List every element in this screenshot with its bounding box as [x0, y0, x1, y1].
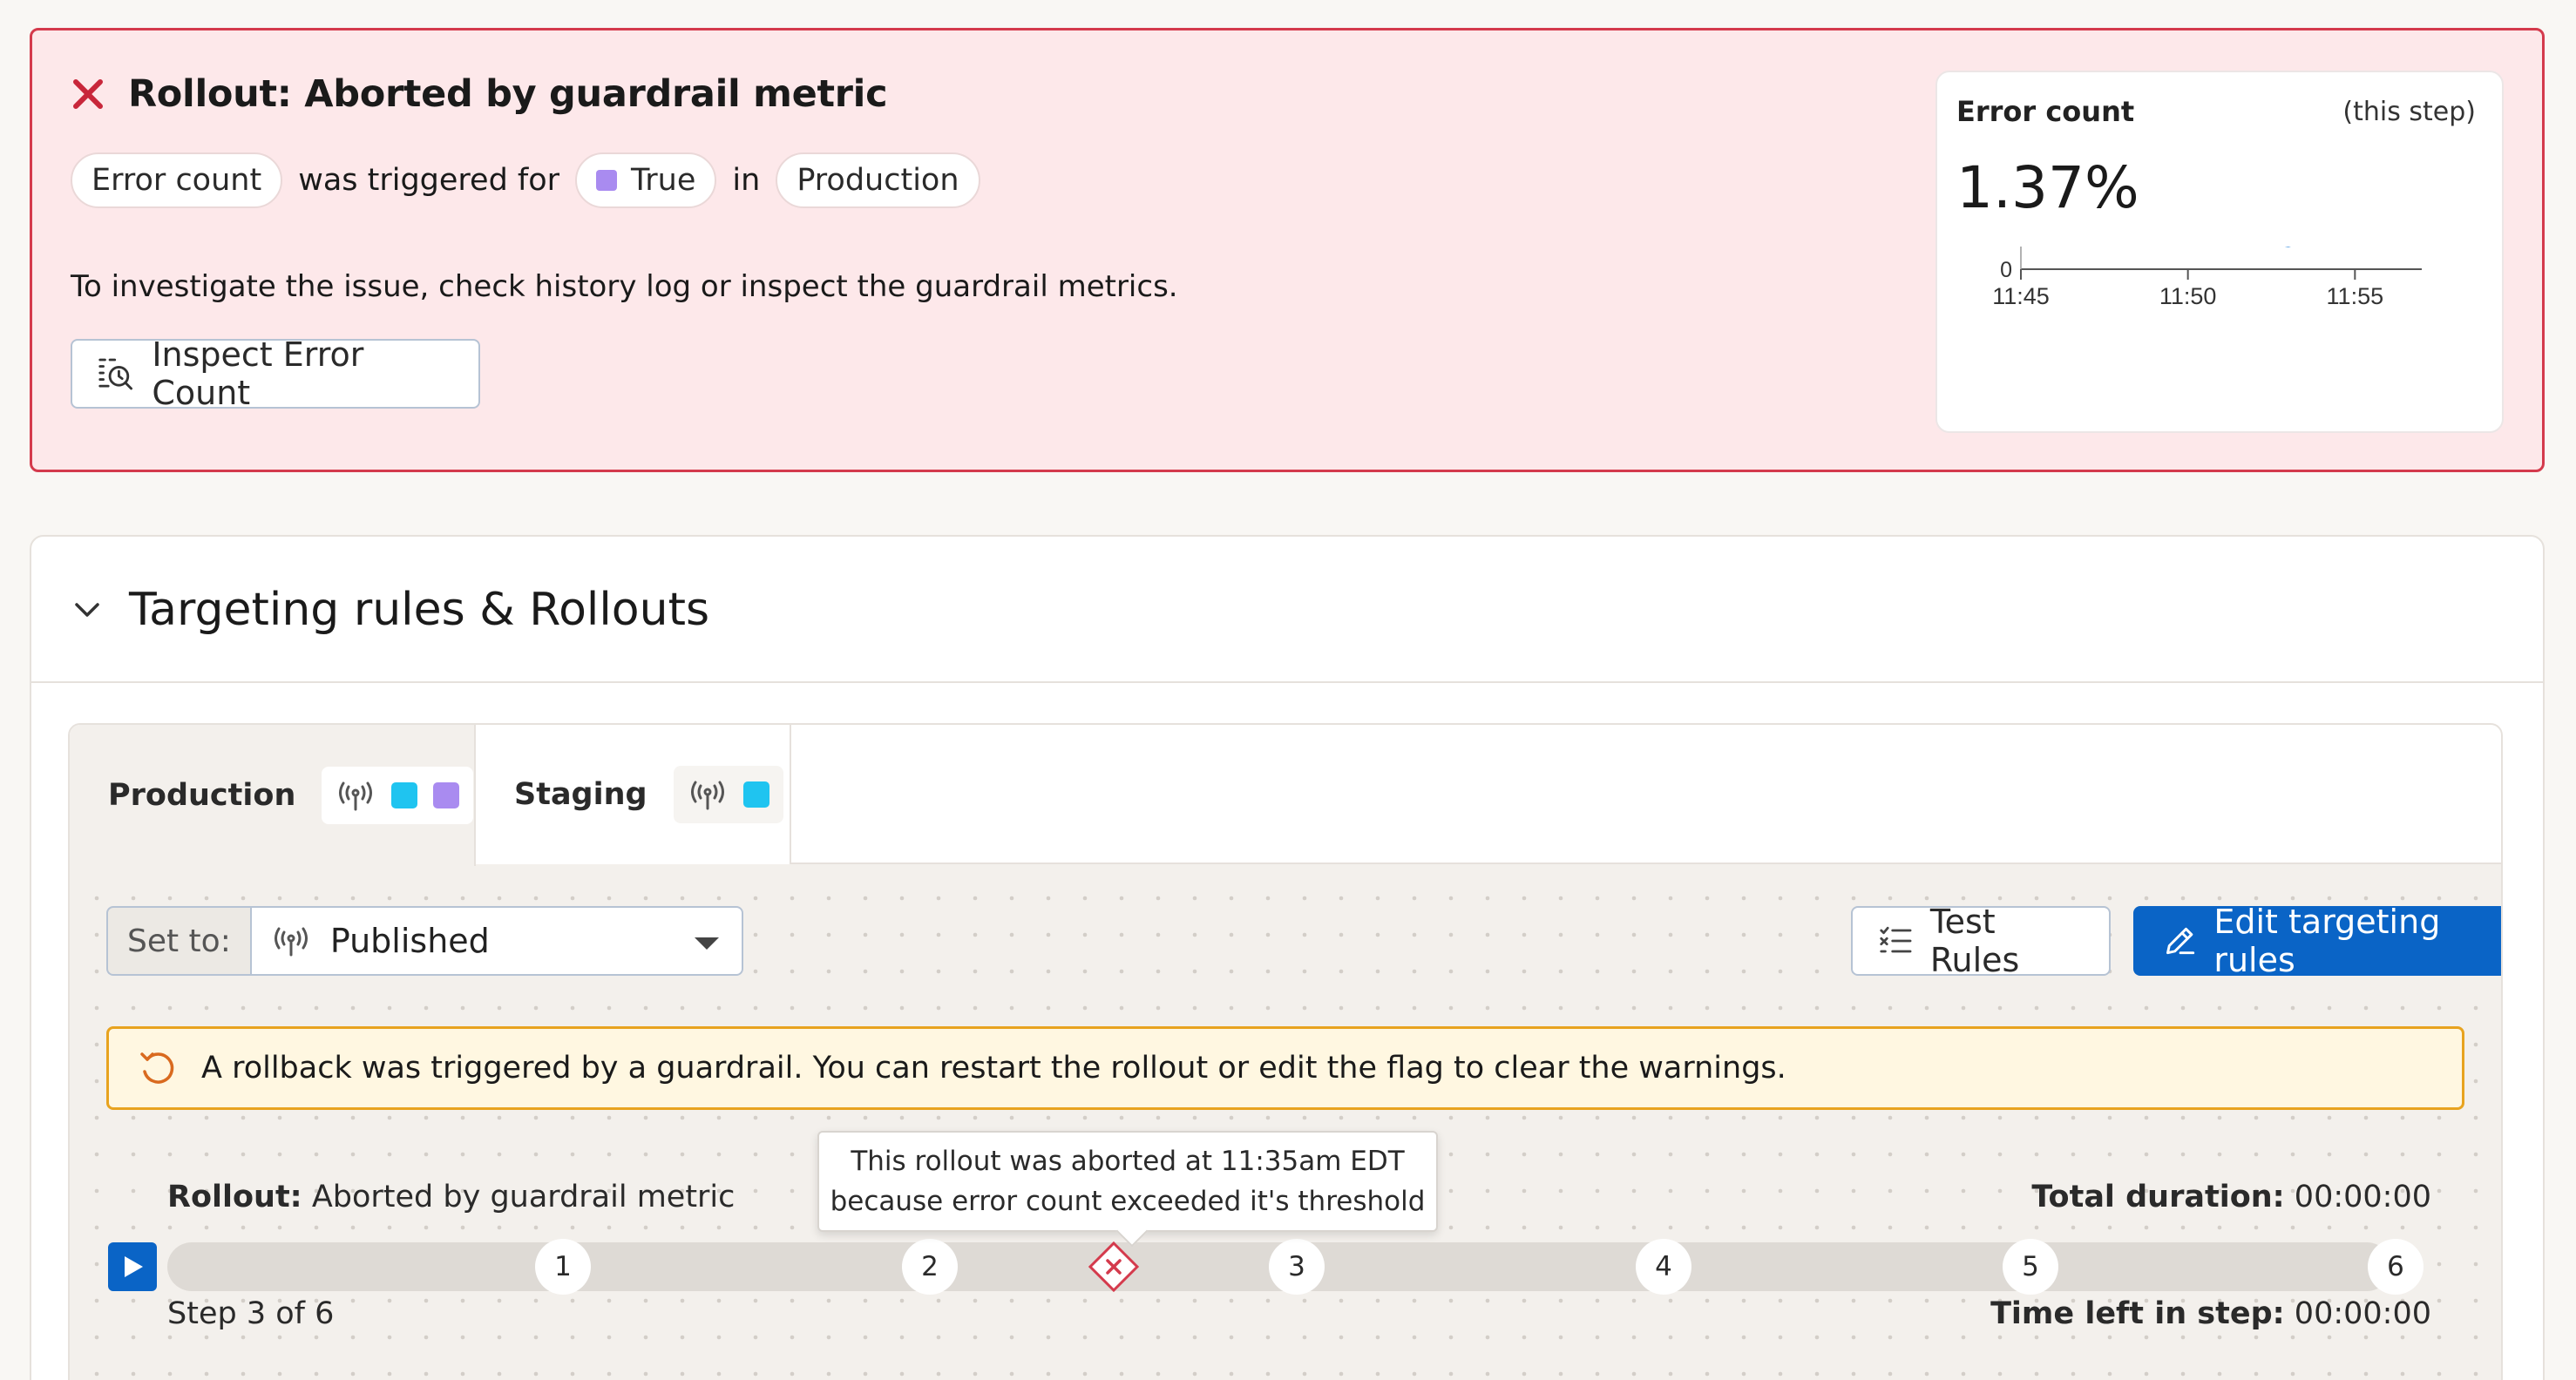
tab-staging[interactable]: Staging	[476, 725, 791, 864]
tab-status-badges	[322, 767, 474, 824]
variation-color-swatch	[391, 782, 418, 808]
rollout-step-5[interactable]: 5	[2003, 1239, 2058, 1295]
checklist-icon	[1880, 926, 1912, 953]
investigate-text: To investigate the issue, check history …	[71, 269, 1178, 304]
abort-tooltip: This rollout was aborted at 11:35am EDT …	[817, 1131, 1438, 1232]
environment-tabs: Production Staging	[70, 725, 2501, 866]
tab-status-badges	[673, 766, 783, 823]
in-text: in	[732, 163, 761, 198]
tab-production[interactable]: Production	[70, 725, 476, 866]
rollback-warning: A rollback was triggered by a guardrail.…	[106, 1026, 2464, 1110]
time-left-in-step: Time left in step: 00:00:00	[1990, 1296, 2431, 1331]
panel-title: Targeting rules & Rollouts	[129, 584, 710, 636]
rollback-icon	[140, 1052, 174, 1084]
total-duration-label: Total duration:	[2031, 1180, 2285, 1214]
set-to-value: Published	[329, 922, 490, 960]
rollout-alert-banner: Rollout: Aborted by guardrail metric Err…	[30, 28, 2545, 472]
error-x-icon	[73, 79, 103, 109]
inspect-button-label: Inspect Error Count	[152, 335, 364, 412]
trigger-row: Error count was triggered for True in Pr…	[71, 152, 980, 208]
pencil-icon	[2166, 927, 2195, 955]
error-count-line-chart: 2%011:4511:5011:55	[1992, 247, 2422, 309]
test-rules-button[interactable]: Test Rules	[1851, 903, 2111, 979]
abort-marker-icon[interactable]	[1088, 1241, 1140, 1293]
rollout-step-6[interactable]: 6	[2368, 1239, 2423, 1295]
tab-label: Production	[108, 778, 296, 813]
time-left-value: 00:00:00	[2294, 1296, 2431, 1331]
edit-rules-label: Edit targeting rules	[2213, 903, 2441, 979]
test-rules-label: Test Rules	[1929, 903, 2020, 979]
mini-chart-value: 1.37%	[1956, 154, 2139, 221]
y-tick-label: 0	[2000, 258, 2012, 282]
tooltip-line-2: because error count exceeded it's thresh…	[830, 1186, 1426, 1217]
warning-text: A rollback was triggered by a guardrail.…	[201, 1051, 1786, 1086]
error-count-chart-card: Error count (this step) 1.37% 2%011:4511…	[1935, 71, 2504, 433]
mini-chart-scope: (this step)	[2342, 97, 2476, 127]
x-tick-label: 11:55	[2327, 283, 2384, 309]
tooltip-line-1: This rollout was aborted at 11:35am EDT	[851, 1146, 1405, 1177]
edit-targeting-rules-button[interactable]: Edit targeting rules	[2133, 903, 2501, 979]
environment-pill: Production	[776, 152, 980, 208]
rollout-status: Rollout: Aborted by guardrail metric	[167, 1180, 735, 1214]
set-to-control: Set to: Published	[106, 906, 743, 976]
chevron-down-icon[interactable]	[73, 599, 101, 620]
play-button[interactable]	[108, 1242, 157, 1291]
alert-title: Rollout: Aborted by guardrail metric	[128, 72, 888, 116]
tab-label: Staging	[514, 777, 647, 812]
variation-color-swatch	[433, 782, 460, 808]
rollout-label: Rollout:	[167, 1180, 302, 1214]
broadcast-icon	[274, 927, 308, 957]
environment-box: Production Staging Set to: Published Tes…	[68, 723, 2503, 1380]
set-to-label: Set to:	[106, 906, 250, 976]
x-tick-label: 11:45	[1992, 283, 2050, 309]
variation-label: True	[631, 163, 696, 198]
variation-color-swatch	[742, 781, 769, 808]
total-duration: Total duration: 00:00:00	[2031, 1180, 2431, 1214]
play-icon	[125, 1256, 143, 1277]
trigger-text: was triggered for	[298, 163, 560, 198]
variation-pill: True	[575, 152, 717, 208]
rollout-step-4[interactable]: 4	[1636, 1239, 1691, 1295]
inspect-error-count-button[interactable]: Inspect Error Count	[71, 335, 480, 412]
step-progress: Step 3 of 6	[167, 1296, 335, 1331]
rollout-step-3[interactable]: 3	[1269, 1239, 1325, 1295]
variation-color-swatch	[596, 170, 618, 191]
mini-chart-title: Error count	[1956, 95, 2135, 128]
set-to-dropdown[interactable]: Published	[249, 906, 743, 976]
x-tick-label: 11:50	[2159, 283, 2217, 309]
targeting-rules-panel: Targeting rules & Rollouts Production St…	[30, 535, 2545, 1380]
rollout-status-text: Aborted by guardrail metric	[311, 1180, 736, 1214]
time-left-label: Time left in step:	[1990, 1296, 2285, 1331]
rollout-step-2[interactable]: 2	[902, 1239, 958, 1295]
panel-header[interactable]: Targeting rules & Rollouts	[31, 537, 2543, 683]
alert-title-row: Rollout: Aborted by guardrail metric	[71, 72, 888, 116]
broadcast-icon	[690, 781, 724, 810]
broadcast-icon	[339, 781, 373, 811]
inspect-metric-icon	[98, 358, 132, 390]
rollout-step-1[interactable]: 1	[535, 1239, 591, 1295]
metric-pill: Error count	[71, 152, 283, 208]
total-duration-value: 00:00:00	[2294, 1180, 2431, 1214]
caret-down-icon	[694, 937, 719, 950]
